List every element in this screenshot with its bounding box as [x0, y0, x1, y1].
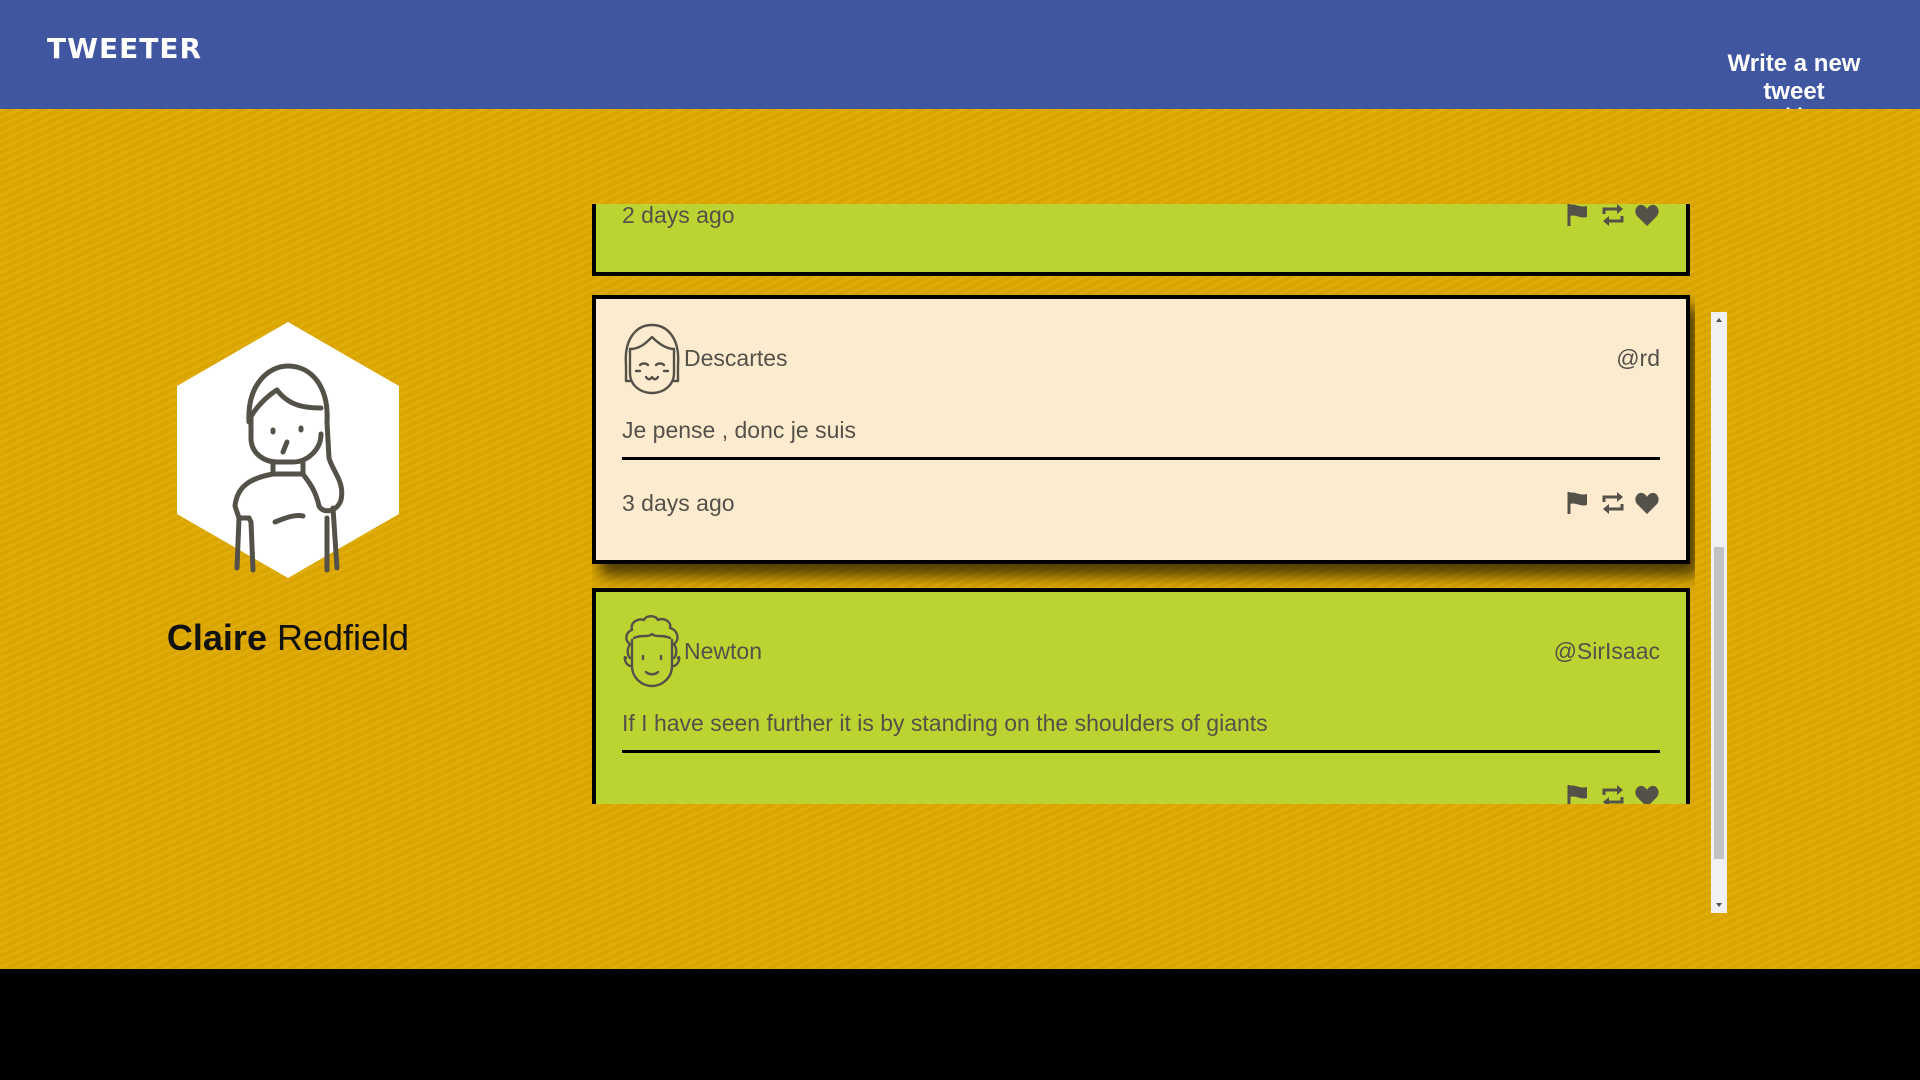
- top-nav-bar: TWEETER Write a new tweet: [0, 0, 1920, 125]
- brand-logo[interactable]: TWEETER: [47, 32, 202, 65]
- profile-name: Claire Redfield: [100, 617, 476, 659]
- tweet-text: Je pense , donc je suis: [622, 417, 1660, 460]
- flag-icon[interactable]: [1565, 204, 1591, 228]
- tweet-actions: [1561, 490, 1660, 516]
- scroll-up-arrow-icon[interactable]: [1711, 312, 1727, 328]
- heart-icon[interactable]: [1634, 204, 1660, 228]
- retweet-icon[interactable]: [1600, 490, 1626, 516]
- tweet-card[interactable]: Newton @SirIsaac If I have seen further …: [592, 588, 1690, 804]
- tweet-card[interactable]: Descartes @rd Je pense , donc je suis 3 …: [592, 295, 1690, 564]
- tweet-header: Descartes @rd: [622, 321, 1660, 395]
- scroll-down-arrow-icon[interactable]: [1711, 897, 1727, 913]
- profile-avatar: [177, 322, 399, 578]
- tweet-actions: [1561, 204, 1660, 228]
- flag-icon[interactable]: [1565, 490, 1591, 516]
- write-new-tweet-label: Write a new tweet: [1727, 50, 1861, 105]
- tweet-footer: 2 days ago: [622, 204, 1660, 230]
- tweet-header: Newton @SirIsaac: [622, 614, 1660, 688]
- tweet-timestamp: 3 days ago: [622, 490, 735, 516]
- heart-icon[interactable]: [1634, 783, 1660, 804]
- tweet-actions: [1561, 783, 1660, 804]
- tweet-author[interactable]: Descartes: [684, 345, 788, 372]
- tweet-handle[interactable]: @SirIsaac: [1554, 638, 1660, 665]
- profile-first-name: Claire: [166, 617, 267, 658]
- tweet-card[interactable]: 2 days ago: [592, 204, 1690, 276]
- tweet-author[interactable]: Newton: [684, 638, 762, 665]
- curly-hair-avatar-icon: [622, 614, 682, 688]
- tweet-handle[interactable]: @rd: [1616, 345, 1660, 372]
- tweet-text: If I have seen further it is by standing…: [622, 710, 1660, 753]
- main-content: Claire Redfield 2 days ago Descartes @rd…: [0, 109, 1920, 969]
- flag-icon[interactable]: [1565, 783, 1591, 804]
- tweet-footer: [622, 781, 1660, 804]
- scrollbar-thumb[interactable]: [1714, 547, 1724, 859]
- retweet-icon[interactable]: [1600, 783, 1626, 804]
- tweet-timestamp: 2 days ago: [622, 204, 735, 228]
- profile-last-name: Redfield: [276, 617, 410, 658]
- retweet-icon[interactable]: [1600, 204, 1626, 228]
- girl-avatar-icon: [622, 321, 682, 395]
- heart-icon[interactable]: [1634, 490, 1660, 516]
- tweet-footer: 3 days ago: [622, 488, 1660, 518]
- tweet-feed[interactable]: 2 days ago Descartes @rd Je pense , donc…: [592, 204, 1695, 804]
- feed-scrollbar[interactable]: [1711, 312, 1727, 913]
